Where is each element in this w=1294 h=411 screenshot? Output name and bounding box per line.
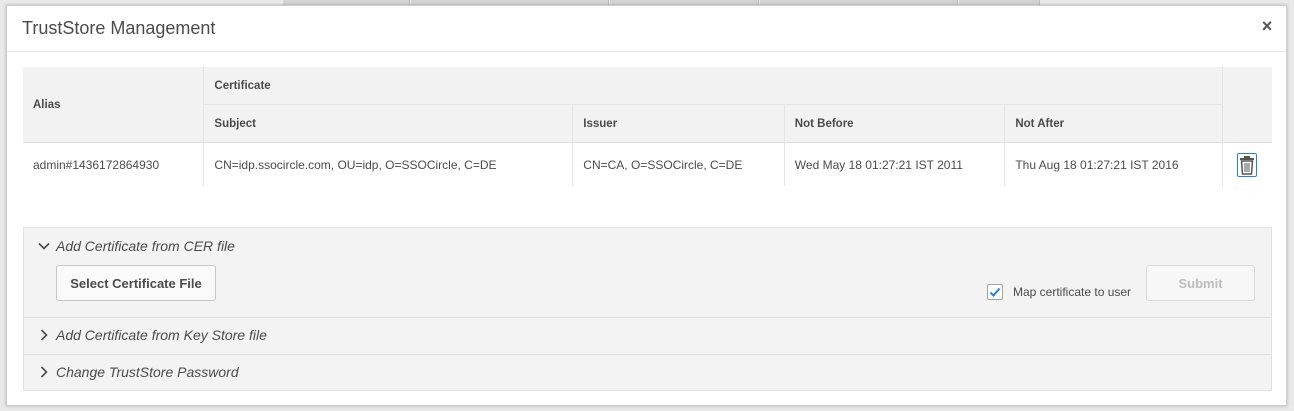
submit-button[interactable]: Submit [1146,265,1255,301]
column-header-not-after: Not After [1004,104,1223,143]
column-header-actions [1222,67,1272,143]
map-certificate-label: Map certificate to user [1013,285,1132,299]
truststore-dialog: TrustStore Management × Alias Certificat… [6,5,1287,406]
map-certificate-checkbox-row[interactable]: Map certificate to user [987,284,1131,300]
accordion-label: Add Certificate from Key Store file [56,327,267,343]
table-row: admin#1436172864930 CN=idp.ssocircle.com… [23,142,1272,186]
accordion-item-cer-file: Add Certificate from CER file Select Cer… [24,228,1271,318]
chevron-right-icon [40,366,48,378]
dialog-title: TrustStore Management [22,18,216,38]
add-certificate-accordion: Add Certificate from CER file Select Cer… [23,227,1272,391]
certificates-table: Alias Certificate Subject Issuer Not Bef… [23,67,1272,186]
cell-not-before: Wed May 18 01:27:21 IST 2011 [784,142,1006,186]
column-header-alias: Alias [23,67,205,143]
select-certificate-file-button[interactable]: Select Certificate File [56,265,216,301]
chevron-down-icon [38,242,50,250]
accordion-header-cer-file[interactable]: Add Certificate from CER file [38,238,235,254]
accordion-header-key-store[interactable]: Add Certificate from Key Store file [38,327,267,343]
cell-not-after: Thu Aug 18 01:27:21 IST 2016 [1004,142,1223,186]
map-certificate-checkbox[interactable] [987,284,1003,300]
column-header-certificate: Certificate [203,67,1223,105]
cell-issuer: CN=CA, O=SSOCircle, C=DE [572,142,785,186]
column-header-issuer: Issuer [572,104,785,143]
accordion-item-change-password: Change TrustStore Password [24,355,1271,392]
accordion-label: Change TrustStore Password [56,364,239,380]
checkmark-icon [989,287,1001,297]
column-header-not-before: Not Before [784,104,1006,143]
accordion-label: Add Certificate from CER file [56,238,235,254]
accordion-item-key-store: Add Certificate from Key Store file [24,318,1271,355]
trash-icon [1240,155,1255,175]
delete-certificate-button[interactable] [1237,152,1258,177]
cell-subject: CN=idp.ssocircle.com, OU=idp, O=SSOCircl… [203,142,574,186]
dialog-header: TrustStore Management × [7,6,1286,52]
cell-alias: admin#1436172864930 [23,142,205,186]
close-button[interactable]: × [1258,17,1276,35]
accordion-header-change-password[interactable]: Change TrustStore Password [38,364,239,380]
chevron-right-icon [40,329,48,341]
cell-actions [1222,142,1272,186]
column-header-subject: Subject [203,104,574,143]
